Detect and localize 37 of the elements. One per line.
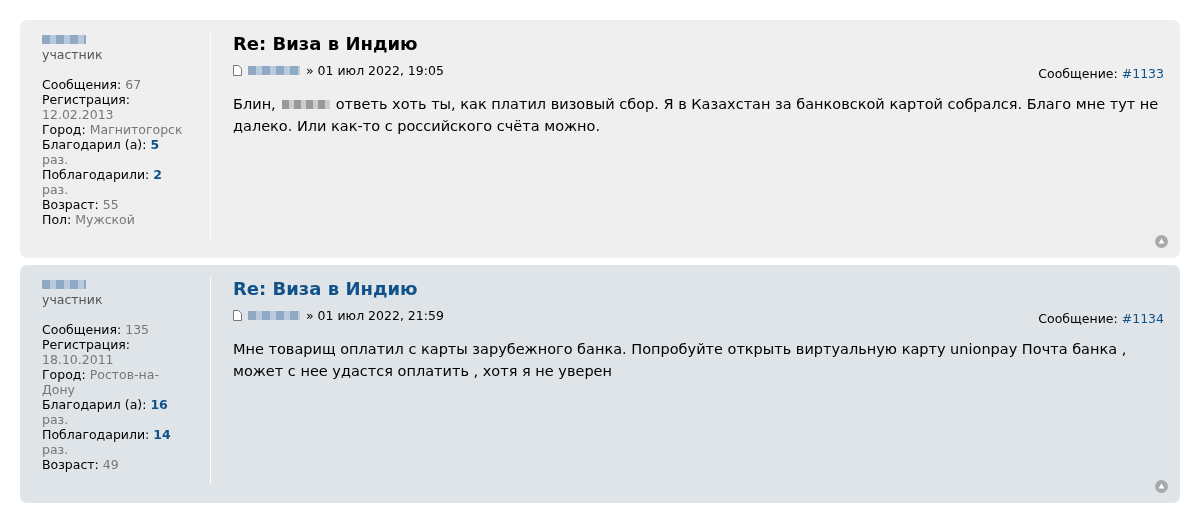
back-to-top-icon[interactable]	[1155, 235, 1168, 248]
redacted-username	[248, 66, 300, 75]
profile-field-suffix: раз.	[42, 412, 70, 427]
post-text: Мне товарищ оплатил с карты зарубежного банка. Попробуйте открыть виртуальную карту unionpay Почта банка , может с нее удастся оплатить , хотя я не уверен	[233, 340, 1128, 381]
post-date: » 01 июл 2022, 21:59	[306, 308, 444, 323]
message-number: Сообщение: #1133	[1038, 66, 1164, 81]
post-date: » 01 июл 2022, 19:05	[306, 63, 444, 78]
redacted-username	[248, 311, 300, 320]
post-text: Блин, ответь хоть ты, как платил визовый сбор. Я в Казахстан за банковской картой собрался. Благо мне тут не далеко. Или как-то с российского счёта можно.	[233, 95, 1160, 136]
profile-field-suffix: раз.	[42, 182, 70, 197]
profile-field: Город: Ростов-на-Дону	[42, 367, 190, 397]
profile-field: Возраст: 49	[42, 457, 190, 472]
redacted-username	[42, 280, 86, 289]
document-icon	[233, 310, 242, 321]
profile-field: Сообщения: 135	[42, 322, 190, 337]
post-title[interactable]: Re: Виза в Индию	[233, 34, 1164, 54]
profile-field: Город: Магнитогорск	[42, 122, 190, 137]
profile-field: Благодарил (а): 16	[42, 397, 190, 412]
profile-field: Возраст: 55	[42, 197, 190, 212]
message-number: Сообщение: #1134	[1038, 311, 1164, 326]
back-to-top-icon[interactable]	[1155, 480, 1168, 493]
document-icon	[233, 65, 242, 76]
profile-field: Пол: Мужской	[42, 212, 190, 227]
profile-field: Регистрация: 12.02.2013	[42, 92, 190, 122]
profile-field: Регистрация: 18.10.2011	[42, 337, 190, 367]
profile-field-suffix: раз.	[42, 442, 70, 457]
profile-field-suffix: раз.	[42, 152, 70, 167]
profile-field: Благодарил (а): 5	[42, 137, 190, 152]
profile-field: Поблагодарили: 2	[42, 167, 190, 182]
profile-field: Сообщения: 67	[42, 77, 190, 92]
user-rank: участник	[42, 47, 104, 62]
post-title[interactable]: Re: Виза в Индию	[233, 279, 1164, 299]
user-rank: участник	[42, 292, 104, 307]
message-link[interactable]: #1134	[1121, 311, 1164, 326]
message-link[interactable]: #1133	[1121, 66, 1164, 81]
profile-field: Поблагодарили: 14	[42, 427, 190, 442]
redacted-username	[42, 35, 86, 44]
